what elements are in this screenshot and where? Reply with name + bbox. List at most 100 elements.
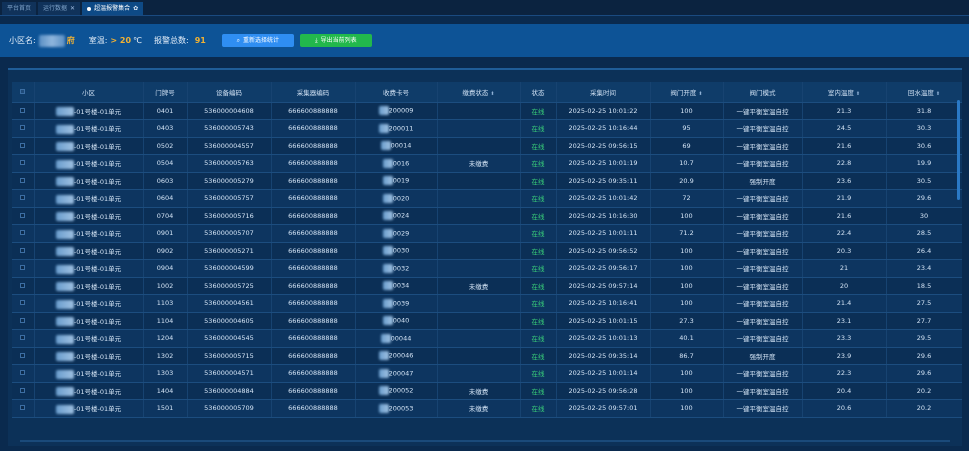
row-select-cell[interactable] — [12, 224, 35, 243]
row-select-cell[interactable] — [12, 102, 35, 120]
cell-device: 536000005725 — [187, 277, 272, 295]
cell-card: 200009 — [355, 102, 438, 120]
row-select-cell[interactable] — [12, 154, 35, 173]
cell-valve: 20.9 — [650, 172, 724, 190]
temp-value: > 20 — [110, 36, 132, 45]
table-row[interactable]: -01号楼-01单元 1303 536000004571 666600888888 20… — [12, 364, 962, 383]
cell-text: 200053 — [388, 404, 414, 413]
table-row[interactable]: -01号楼-01单元 0902 536000005271 666600888888 00… — [12, 242, 962, 260]
table-row[interactable]: -01号楼-01单元 0502 536000004557 666600888888 00… — [12, 137, 962, 155]
cell-door: 1002 — [143, 277, 188, 295]
cell-device: 536000004608 — [187, 102, 272, 120]
table-row[interactable]: -01号楼-01单元 0401 536000004608 666600888888 20… — [12, 102, 962, 120]
cell-pay — [437, 224, 521, 243]
sort-icon[interactable]: ⬍ — [936, 91, 940, 97]
temp-label: 室温: — [88, 36, 108, 45]
row-checkbox[interactable] — [20, 317, 26, 323]
table-row[interactable]: -01号楼-01单元 1103 536000004561 666600888888 00… — [12, 294, 962, 313]
col-header-sortable[interactable]: 阀门开度 ⬍ — [650, 82, 724, 103]
row-checkbox[interactable] — [20, 405, 26, 411]
row-checkbox[interactable] — [20, 370, 26, 376]
cell-time: 2025-02-25 09:56:17 — [556, 259, 651, 278]
col-header-sortable[interactable]: 缴费状态 ⬍ — [437, 82, 521, 103]
row-checkbox[interactable] — [20, 387, 26, 393]
row-select-cell[interactable] — [12, 259, 35, 278]
cell-return: 30.6 — [886, 137, 962, 155]
table-row[interactable]: -01号楼-01单元 0403 536000005743 666600888888 20… — [12, 119, 962, 138]
row-checkbox[interactable] — [20, 300, 26, 306]
cell-return: 27.7 — [886, 312, 962, 330]
row-select-cell[interactable] — [12, 277, 35, 295]
table-row[interactable]: -01号楼-01单元 1404 536000004884 666600888888 20… — [12, 382, 962, 400]
sort-icon[interactable]: ⬍ — [856, 91, 860, 97]
table-row[interactable]: -01号楼-01单元 1002 536000005725 666600888888 00… — [12, 277, 962, 295]
row-select-cell[interactable] — [12, 294, 35, 313]
cell-text: -01号楼-01单元 — [73, 405, 122, 413]
row-select-cell[interactable] — [12, 242, 35, 260]
row-checkbox[interactable] — [20, 125, 26, 131]
cell-device: 536000005757 — [187, 189, 272, 208]
reselect-button[interactable]: ⌕ 重新选择统计 — [221, 34, 294, 47]
row-select-cell[interactable] — [12, 207, 35, 225]
sort-icon[interactable]: ⬍ — [698, 91, 702, 97]
cell-pay — [437, 294, 521, 313]
row-select-cell[interactable] — [12, 364, 35, 383]
redacted-block — [55, 159, 74, 169]
tab-overtemp-alarm[interactable]: 超温报警集合 ✿ — [82, 2, 144, 15]
row-checkbox[interactable] — [20, 335, 26, 341]
vertical-scrollbar[interactable] — [957, 100, 960, 200]
table-row[interactable]: -01号楼-01单元 1104 536000004605 666600888888 00… — [12, 312, 962, 330]
cell-door: 1103 — [143, 294, 188, 313]
col-header-sortable[interactable]: 回水温度 ⬍ — [886, 82, 962, 103]
table-row[interactable]: -01号楼-01单元 0604 536000005757 666600888888 00… — [12, 189, 962, 208]
tab-home[interactable]: 平台首页 — [2, 2, 37, 15]
row-checkbox[interactable] — [20, 107, 26, 113]
row-select-cell[interactable] — [12, 347, 35, 365]
cell-door: 0504 — [143, 154, 188, 173]
settings-icon[interactable]: ✿ — [133, 2, 138, 15]
row-select-cell[interactable] — [12, 399, 35, 418]
cell-mode: 一键平衡室温自控 — [723, 207, 803, 225]
close-icon[interactable]: ✕ — [70, 2, 75, 15]
row-select-cell[interactable] — [12, 382, 35, 400]
cell-text: 0019 — [392, 176, 410, 185]
col-header-sortable[interactable]: 室内温度 ⬍ — [802, 82, 887, 103]
table-row[interactable]: -01号楼-01单元 0504 536000005763 666600888888 00… — [12, 154, 962, 173]
row-checkbox[interactable] — [20, 230, 26, 236]
row-checkbox[interactable] — [20, 212, 26, 218]
select-all-cell[interactable] — [12, 82, 35, 103]
row-checkbox[interactable] — [20, 265, 26, 271]
table-row[interactable]: -01号楼-01单元 1204 536000004545 666600888888 00… — [12, 329, 962, 348]
row-select-cell[interactable] — [12, 137, 35, 155]
tab-run-data[interactable]: 运行数据 ✕ — [38, 2, 81, 15]
tab-label: 运行数据 — [43, 5, 68, 12]
row-checkbox[interactable] — [20, 195, 26, 201]
export-button[interactable]: ⤓ 导出当前列表 — [299, 34, 372, 47]
cell-text: -01号楼-01单元 — [73, 370, 122, 378]
row-checkbox[interactable] — [20, 142, 26, 148]
col-header: 状态 — [520, 82, 557, 103]
row-select-cell[interactable] — [12, 189, 35, 208]
row-checkbox[interactable] — [20, 352, 26, 358]
table-row[interactable]: -01号楼-01单元 0704 536000005716 666600888888 00… — [12, 207, 962, 225]
table-row[interactable]: -01号楼-01单元 0603 536000005279 666600888888 00… — [12, 172, 962, 190]
table-row[interactable]: -01号楼-01单元 1501 536000005709 666600888888 20… — [12, 399, 962, 418]
table-row[interactable]: -01号楼-01单元 1302 536000005715 666600888888 20… — [12, 347, 962, 365]
cell-mode: 一键平衡室温自控 — [723, 242, 803, 260]
tab-bar: 平台首页 运行数据 ✕ 超温报警集合 ✿ — [0, 0, 969, 16]
sort-icon[interactable]: ⬍ — [490, 91, 494, 97]
row-select-cell[interactable] — [12, 119, 35, 138]
cell-status: 在线 — [520, 347, 557, 365]
horizontal-scrollbar[interactable] — [20, 440, 950, 442]
row-checkbox[interactable] — [20, 282, 26, 288]
row-checkbox[interactable] — [20, 160, 26, 166]
table-row[interactable]: -01号楼-01单元 0901 536000005707 666600888888 00… — [12, 224, 962, 243]
row-checkbox[interactable] — [20, 247, 26, 253]
row-select-cell[interactable] — [12, 329, 35, 348]
row-select-cell[interactable] — [12, 312, 35, 330]
row-checkbox[interactable] — [20, 177, 26, 183]
row-select-cell[interactable] — [12, 172, 35, 190]
select-all-checkbox[interactable] — [20, 88, 26, 94]
cell-status: 在线 — [520, 329, 557, 348]
table-row[interactable]: -01号楼-01单元 0904 536000004599 666600888888 00… — [12, 259, 962, 278]
